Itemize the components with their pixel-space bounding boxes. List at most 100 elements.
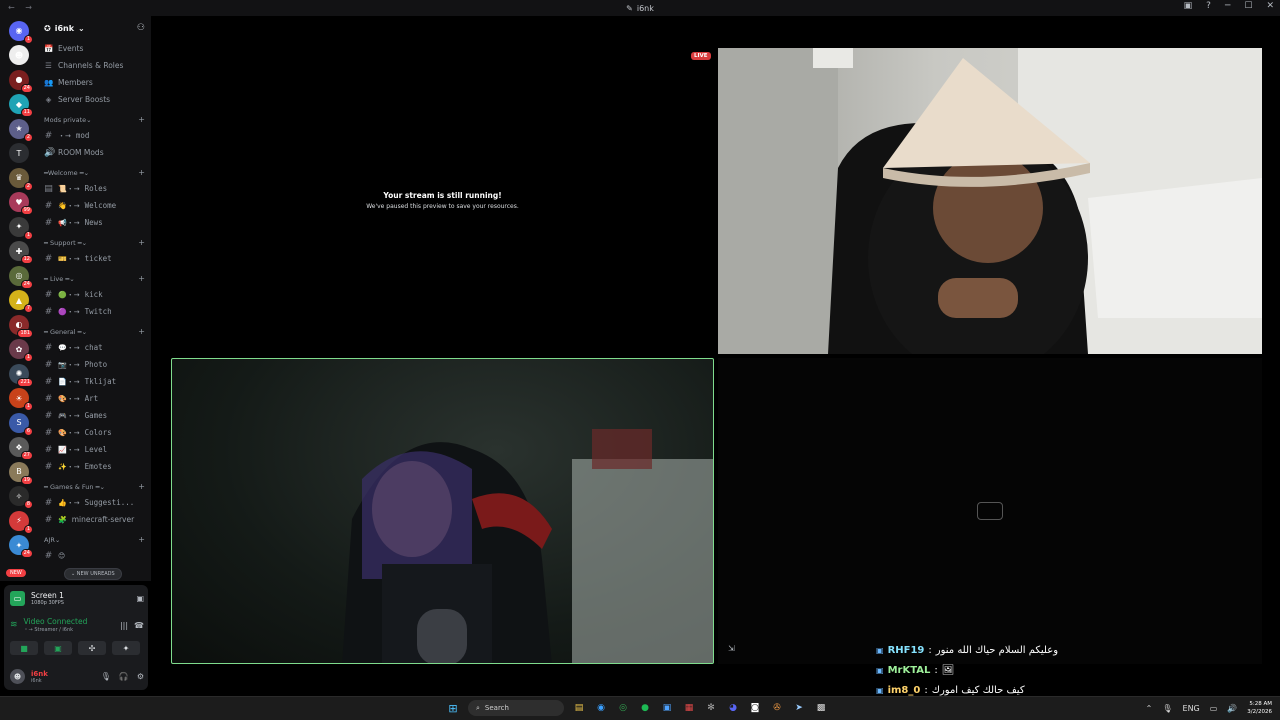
webcam-tile-bottom[interactable] xyxy=(171,358,714,664)
taskbar-search[interactable]: ⌕ Search xyxy=(468,700,564,716)
edge-icon[interactable]: ◉ xyxy=(594,701,608,715)
channel-item[interactable]: # 📈・→ Level xyxy=(38,441,151,458)
voice-channel[interactable]: ・→ Streamer / i6nk xyxy=(24,626,88,633)
voice-status[interactable]: Video Connected xyxy=(24,617,88,626)
close-button[interactable]: ✕ xyxy=(1266,1,1274,11)
category-header[interactable]: ━Welcome ━ ⌄ + xyxy=(38,165,151,180)
server-icon[interactable]: ✦ 24 xyxy=(9,535,33,558)
stop-stream-icon[interactable]: ▣ xyxy=(136,594,144,603)
channel-item[interactable]: # ・→ mod xyxy=(38,127,151,144)
app-icon-grey[interactable]: ✻ xyxy=(704,701,718,715)
noise-icon[interactable]: ||| xyxy=(120,621,128,630)
channel-item[interactable]: # 😊 xyxy=(38,547,151,564)
mic-tray-icon[interactable]: 🎙 xyxy=(1162,704,1172,713)
server-icon[interactable]: ◉ 1 xyxy=(9,20,33,44)
new-badge[interactable]: NEW xyxy=(6,569,26,577)
chrome-icon[interactable]: ◎ xyxy=(616,701,630,715)
sidebar-item-server-boosts[interactable]: ◈ Server Boosts xyxy=(38,91,151,108)
add-channel-icon[interactable]: + xyxy=(138,327,145,336)
add-channel-icon[interactable]: + xyxy=(138,168,145,177)
file-explorer-icon[interactable]: ▤ xyxy=(572,701,586,715)
discord-icon[interactable]: ◕ xyxy=(726,701,740,715)
server-icon[interactable]: B 19 xyxy=(9,461,33,485)
server-icon[interactable]: ♥ 99 xyxy=(9,192,33,215)
server-header[interactable]: ✪ i6nk ⌄ ⚇ xyxy=(38,16,151,40)
network-icon[interactable]: ▭ xyxy=(1210,704,1218,713)
server-icon[interactable]: ❖ 27 xyxy=(9,437,33,460)
obs-icon[interactable]: ◙ xyxy=(748,701,762,715)
paused-stream-tile[interactable]: Your stream is still running! We've paus… xyxy=(171,48,714,354)
sidebar-item-members[interactable]: 👥 Members xyxy=(38,74,151,91)
clock[interactable]: 5:28 AM 3/2/2026 xyxy=(1247,700,1272,716)
server-icon[interactable]: ✿ 1 xyxy=(9,339,33,362)
server-icon[interactable]: T xyxy=(9,143,29,163)
server-icon[interactable]: ★ 2 xyxy=(9,118,33,142)
server-icon[interactable]: ⚡ 1 xyxy=(9,510,33,534)
channel-item[interactable]: # 💬・→ chat xyxy=(38,339,151,356)
maximize-button[interactable]: ☐ xyxy=(1244,1,1252,11)
mic-icon[interactable]: 🎙 xyxy=(101,672,111,681)
steam-icon[interactable]: ➤ xyxy=(792,701,806,715)
chevron-up-icon[interactable]: ⌃ xyxy=(1146,704,1153,713)
add-channel-icon[interactable]: + xyxy=(138,482,145,491)
disconnect-icon[interactable]: ☎ xyxy=(134,621,144,630)
channel-item[interactable]: # 🎨・→ Art xyxy=(38,390,151,407)
server-icon[interactable]: ● 24 xyxy=(9,69,33,93)
server-icon[interactable]: ☀ 1 xyxy=(9,388,33,411)
server-icon[interactable]: ✦ 1 xyxy=(9,216,33,240)
category-header[interactable]: AJR ⌄ + xyxy=(38,532,151,547)
avatar[interactable]: ☻ xyxy=(10,669,25,684)
server-icon[interactable]: S6 xyxy=(9,412,33,436)
app-icon-orange[interactable]: ✇ xyxy=(770,701,784,715)
channel-item[interactable]: # 🎮・→ Games xyxy=(38,407,151,424)
category-header[interactable]: ━ Support ━ ⌄ + xyxy=(38,235,151,250)
webcam-tile-top[interactable] xyxy=(718,48,1262,354)
server-icon[interactable]: ✧ 8 xyxy=(9,486,33,509)
popout-icon[interactable]: ⇲ xyxy=(728,644,735,653)
screen-share-button[interactable]: ▣ xyxy=(44,641,72,655)
channel-item[interactable]: # 📢・→ News xyxy=(38,214,151,231)
channel-item[interactable]: # ✨・→ Emotes xyxy=(38,458,151,475)
activities-button[interactable]: ✣ xyxy=(78,641,106,655)
channel-item[interactable]: # 🟢・→ kick xyxy=(38,286,151,303)
channel-item[interactable]: # 👍・→ Suggesti... xyxy=(38,494,151,511)
server-icon[interactable]: ☻ xyxy=(9,45,29,65)
channel-item[interactable]: # 🎨・→ Colors xyxy=(38,424,151,441)
server-icon[interactable]: ♛ 2 xyxy=(9,167,33,191)
add-channel-icon[interactable]: + xyxy=(138,238,145,247)
invite-icon[interactable]: ⚇ xyxy=(137,23,145,33)
headphones-icon[interactable]: 🎧 xyxy=(119,672,129,681)
volume-icon[interactable]: 🔊 xyxy=(1227,704,1237,713)
channel-item[interactable]: ▤ 📜・→ Roles xyxy=(38,180,151,197)
category-header[interactable]: ━ Games & Fun ━ ⌄ + xyxy=(38,479,151,494)
channel-item[interactable]: # 📄・→ Tklijat xyxy=(38,373,151,390)
inbox-icon[interactable]: ▣ xyxy=(1184,1,1193,11)
category-header[interactable]: ━ Live ━ ⌄ + xyxy=(38,271,151,286)
channel-item[interactable]: # 🧩 minecraft-server xyxy=(38,511,151,528)
channel-item[interactable]: # 👋・→ Welcome xyxy=(38,197,151,214)
channel-item[interactable]: # 🎫・→ ticket xyxy=(38,250,151,267)
channel-item[interactable]: # 📷・→ Photo xyxy=(38,356,151,373)
app-icon-blue[interactable]: ▣ xyxy=(660,701,674,715)
app-icon-red[interactable]: ▦ xyxy=(682,701,696,715)
username[interactable]: i6nk xyxy=(31,670,48,678)
settings-gear-icon[interactable]: ⚙ xyxy=(137,672,144,681)
server-icon[interactable]: ◆ 11 xyxy=(9,94,33,117)
screen-share-row[interactable]: ▭ Screen 1 1080p 30FPS ▣ xyxy=(10,591,144,606)
server-icon[interactable]: ◐ 181 xyxy=(9,314,33,338)
windows-start-icon[interactable]: ⊞ xyxy=(446,701,460,715)
nav-arrows[interactable]: ← → xyxy=(8,3,36,12)
server-icon[interactable]: ✚ 12 xyxy=(9,241,33,264)
server-icon[interactable]: ▲ 7 xyxy=(9,290,33,313)
app-icon-white[interactable]: ▩ xyxy=(814,701,828,715)
channel-item[interactable]: # 🟣・→ Twitch xyxy=(38,303,151,320)
language-indicator[interactable]: ENG xyxy=(1183,704,1200,713)
server-icon[interactable]: ✺ 221 xyxy=(9,363,33,387)
sidebar-item-channels-roles[interactable]: ☰ Channels & Roles xyxy=(38,57,151,74)
add-channel-icon[interactable]: + xyxy=(138,535,145,544)
soundboard-button[interactable]: ✦ xyxy=(112,641,140,655)
help-icon[interactable]: ? xyxy=(1206,1,1211,11)
channel-item[interactable]: 🔊 ROOM Mods xyxy=(38,144,151,161)
server-icon[interactable]: ◎ 24 xyxy=(9,265,33,289)
add-channel-icon[interactable]: + xyxy=(138,274,145,283)
